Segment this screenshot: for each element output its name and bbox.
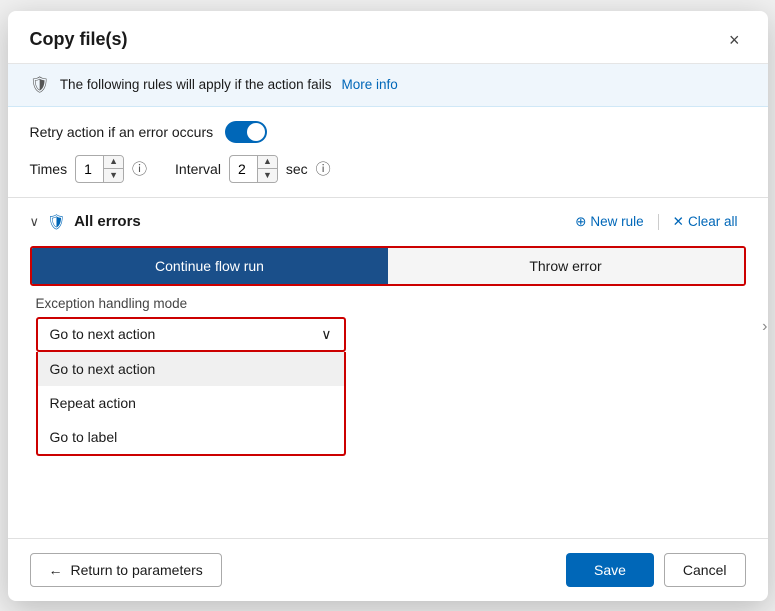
- exception-label: Exception handling mode: [36, 296, 740, 311]
- interval-spinner-btns: ▲ ▼: [258, 156, 277, 182]
- chevron-down-icon: ∨: [321, 326, 331, 343]
- dropdown-wrapper: Go to next action ∨ Go to next action Re…: [36, 317, 346, 352]
- times-value: 1: [76, 156, 104, 182]
- shield-icon: 🛡: [30, 75, 50, 95]
- times-spinner-btns: ▲ ▼: [104, 156, 123, 182]
- clear-all-button[interactable]: ✕ Clear all: [665, 210, 746, 234]
- header-actions: ⊕ New rule ✕ Clear all: [567, 210, 745, 234]
- dialog-title: Copy file(s): [30, 29, 128, 50]
- interval-group: Interval 2 ▲ ▼ sec ⓘ: [175, 155, 331, 183]
- x-icon: ✕: [673, 214, 684, 230]
- exception-section: Exception handling mode Go to next actio…: [24, 296, 752, 358]
- all-errors-header: ∨ 🛡 All errors ⊕ New rule ✕ Clear all: [24, 198, 752, 244]
- dropdown-item-go-to-label[interactable]: Go to label: [38, 420, 344, 454]
- dialog-header: Copy file(s) ×: [8, 11, 768, 64]
- tab-row: Continue flow run Throw error: [30, 246, 746, 286]
- retry-toggle[interactable]: [225, 121, 267, 143]
- dropdown-item-go-to-next[interactable]: Go to next action: [38, 352, 344, 386]
- all-errors-shield-icon: 🛡: [47, 213, 66, 231]
- save-button[interactable]: Save: [566, 553, 654, 587]
- all-errors-label: All errors: [74, 213, 141, 230]
- times-increment[interactable]: ▲: [104, 156, 123, 170]
- exception-dropdown-trigger[interactable]: Go to next action ∨: [36, 317, 346, 352]
- retry-section: Retry action if an error occurs: [8, 107, 768, 153]
- interval-value: 2: [230, 156, 258, 182]
- tab-throw-error[interactable]: Throw error: [388, 248, 744, 284]
- dialog: Copy file(s) × 🛡 The following rules wil…: [8, 11, 768, 601]
- times-label: Times: [30, 161, 68, 177]
- close-button[interactable]: ×: [723, 29, 746, 51]
- dropdown-item-repeat[interactable]: Repeat action: [38, 386, 344, 420]
- dialog-footer: ← Return to parameters Save Cancel: [8, 538, 768, 601]
- interval-increment[interactable]: ▲: [258, 156, 277, 170]
- all-errors-section: ∨ 🛡 All errors ⊕ New rule ✕ Clear all Co…: [8, 197, 768, 358]
- chevron-down-icon[interactable]: ∨: [30, 214, 40, 230]
- info-banner-text: The following rules will apply if the ac…: [60, 77, 332, 92]
- footer-right: Save Cancel: [566, 553, 746, 587]
- exception-dropdown-list: Go to next action Repeat action Go to la…: [36, 352, 346, 456]
- interval-decrement[interactable]: ▼: [258, 169, 277, 182]
- times-interval-row: Times 1 ▲ ▼ ⓘ Interval 2 ▲ ▼ sec ⓘ: [8, 153, 768, 197]
- plus-icon: ⊕: [575, 214, 586, 230]
- times-group: Times 1 ▲ ▼ ⓘ: [30, 155, 148, 183]
- interval-info-icon: ⓘ: [316, 158, 331, 179]
- right-arrow-icon[interactable]: ›: [762, 318, 767, 336]
- exception-selected-value: Go to next action: [50, 326, 156, 342]
- more-info-link[interactable]: More info: [341, 77, 397, 92]
- tab-continue-flow[interactable]: Continue flow run: [32, 248, 388, 284]
- actions-divider: [658, 214, 659, 230]
- cancel-button[interactable]: Cancel: [664, 553, 746, 587]
- return-to-parameters-button[interactable]: ← Return to parameters: [30, 553, 222, 587]
- retry-label: Retry action if an error occurs: [30, 124, 214, 140]
- info-banner: 🛡 The following rules will apply if the …: [8, 64, 768, 107]
- arrow-left-icon: ←: [49, 562, 63, 578]
- return-label: Return to parameters: [71, 562, 203, 578]
- new-rule-label: New rule: [590, 214, 643, 229]
- interval-spinner[interactable]: 2 ▲ ▼: [229, 155, 278, 183]
- interval-label: Interval: [175, 161, 221, 177]
- times-decrement[interactable]: ▼: [104, 169, 123, 182]
- new-rule-button[interactable]: ⊕ New rule: [567, 210, 652, 234]
- times-spinner[interactable]: 1 ▲ ▼: [75, 155, 124, 183]
- times-info-icon: ⓘ: [132, 158, 147, 179]
- clear-all-label: Clear all: [688, 214, 738, 229]
- all-errors-left: ∨ 🛡 All errors: [30, 213, 141, 231]
- interval-unit: sec: [286, 161, 308, 177]
